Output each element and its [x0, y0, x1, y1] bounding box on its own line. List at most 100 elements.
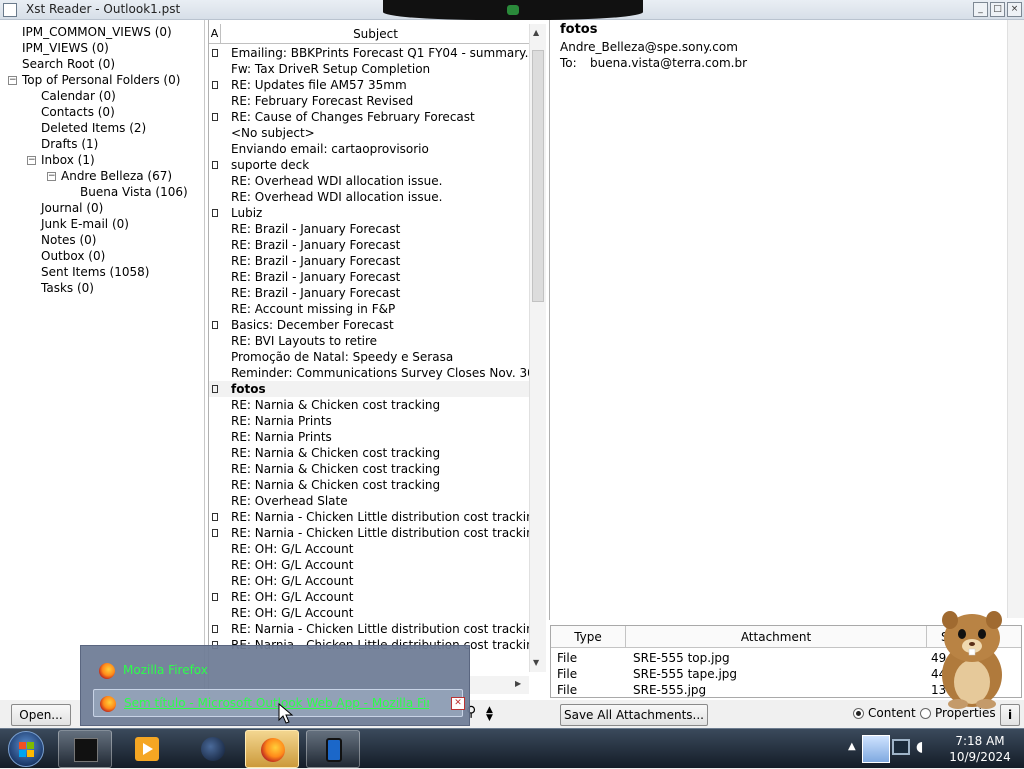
message-row[interactable]: RE: Narnia Prints — [209, 413, 529, 429]
message-row[interactable]: RE: Narnia & Chicken cost tracking — [209, 397, 529, 413]
tree-item[interactable]: IPM_VIEWS (0) — [22, 40, 109, 56]
save-all-attachments-button[interactable]: Save All Attachments... — [560, 704, 708, 726]
clock-time: 7:18 AM — [955, 734, 1005, 748]
message-row[interactable]: Basics: December Forecast — [209, 317, 529, 333]
message-row[interactable]: RE: OH: G/L Account — [209, 557, 529, 573]
tree-item[interactable]: Calendar (0) — [41, 88, 116, 104]
attachment-type-cell: File — [557, 683, 578, 697]
taskbar-item-media-player[interactable] — [120, 730, 174, 768]
top-decoration — [383, 0, 643, 20]
phone-icon — [326, 738, 342, 762]
message-row[interactable]: RE: OH: G/L Account — [209, 541, 529, 557]
tree-item[interactable]: Contacts (0) — [41, 104, 115, 120]
message-row[interactable]: RE: Updates file AM57 35mm — [209, 77, 529, 93]
clock[interactable]: 7:18 AM 10/9/2024 — [940, 733, 1020, 765]
message-row[interactable]: Lubiz — [209, 205, 529, 221]
message-subject-cell: Emailing: BBKPrints Forecast Q1 FY04 - s… — [231, 46, 529, 60]
scroll-down-arrow-icon[interactable]: ▼ — [533, 658, 539, 667]
start-button[interactable] — [8, 731, 44, 767]
maximize-button[interactable]: □ — [990, 2, 1005, 17]
content-radio[interactable] — [853, 708, 864, 719]
tree-item[interactable]: Outbox (0) — [41, 248, 105, 264]
collapse-toggle-icon[interactable]: − — [27, 156, 36, 165]
message-row[interactable]: RE: Cause of Changes February Forecast — [209, 109, 529, 125]
taskbar-item-xst-reader[interactable] — [58, 730, 112, 768]
message-row[interactable]: Promoção de Natal: Speedy e Serasa — [209, 349, 529, 365]
tree-item[interactable]: Top of Personal Folders (0) — [22, 72, 180, 88]
taskbar-item-device[interactable] — [306, 730, 360, 768]
message-row[interactable]: RE: Narnia & Chicken cost tracking — [209, 445, 529, 461]
message-row[interactable]: Emailing: BBKPrints Forecast Q1 FY04 - s… — [209, 45, 529, 61]
message-row[interactable]: RE: Narnia Prints — [209, 429, 529, 445]
taskbar-item-globe[interactable] — [186, 730, 240, 768]
tree-item[interactable]: Tasks (0) — [41, 280, 94, 296]
close-button[interactable]: × — [1007, 2, 1022, 17]
attachment-column-header[interactable]: Attachment — [626, 626, 927, 648]
message-row[interactable]: fotos — [209, 381, 529, 397]
message-row[interactable]: RE: OH: G/L Account — [209, 605, 529, 621]
volume-icon[interactable]: ◖ — [916, 739, 923, 755]
message-row[interactable]: RE: Brazil - January Forecast — [209, 221, 529, 237]
tree-item[interactable]: Notes (0) — [41, 232, 96, 248]
type-column-header[interactable]: Type — [551, 626, 626, 648]
tree-item[interactable]: Andre Belleza (67) — [61, 168, 172, 184]
message-row[interactable]: RE: Narnia - Chicken Little distribution… — [209, 525, 529, 541]
search-options-icon[interactable]: ▲ ▼ — [486, 706, 493, 723]
message-row[interactable]: RE: OH: G/L Account — [209, 589, 529, 605]
message-row[interactable]: RE: Brazil - January Forecast — [209, 269, 529, 285]
attachment-icon — [212, 161, 218, 169]
message-row[interactable]: RE: Overhead WDI allocation issue. — [209, 173, 529, 189]
message-row[interactable]: RE: BVI Layouts to retire — [209, 333, 529, 349]
scroll-up-arrow-icon[interactable]: ▲ — [533, 28, 539, 37]
message-row[interactable]: Reminder: Communications Survey Closes N… — [209, 365, 529, 381]
title-bar[interactable]: Xst Reader - Outlook1.pst _ □ × — [0, 0, 1024, 20]
network-icon[interactable] — [862, 735, 890, 763]
message-row[interactable]: RE: Brazil - January Forecast — [209, 253, 529, 269]
message-row[interactable]: RE: Narnia & Chicken cost tracking — [209, 477, 529, 493]
tree-item[interactable]: Drafts (1) — [41, 136, 98, 152]
attachment-icon — [212, 49, 218, 57]
collapse-toggle-icon[interactable]: − — [8, 76, 17, 85]
display-icon[interactable] — [892, 739, 910, 755]
message-row[interactable]: RE: Overhead WDI allocation issue. — [209, 189, 529, 205]
tree-item[interactable]: Junk E-mail (0) — [41, 216, 129, 232]
close-window-icon[interactable]: ✕ — [451, 697, 465, 710]
message-row[interactable]: Enviando email: cartaoprovisorio — [209, 141, 529, 157]
tree-item[interactable]: Inbox (1) — [41, 152, 95, 168]
message-row[interactable]: suporte deck — [209, 157, 529, 173]
minimize-button[interactable]: _ — [973, 2, 988, 17]
message-row[interactable]: RE: OH: G/L Account — [209, 573, 529, 589]
message-row[interactable]: RE: Narnia - Chicken Little distribution… — [209, 621, 529, 637]
tree-item[interactable]: IPM_COMMON_VIEWS (0) — [22, 24, 172, 40]
windows-logo-icon — [19, 742, 26, 749]
message-list-vertical-scrollbar[interactable]: ▲ ▼ — [529, 24, 546, 672]
message-row[interactable]: Fw: Tax DriveR Setup Completion — [209, 61, 529, 77]
content-radio-label[interactable]: Content — [868, 706, 916, 720]
collapse-toggle-icon[interactable]: − — [47, 172, 56, 181]
taskbar-item-firefox[interactable] — [245, 730, 299, 768]
tree-item[interactable]: Buena Vista (106) — [80, 184, 188, 200]
tree-item[interactable]: Search Root (0) — [22, 56, 115, 72]
message-row[interactable]: <No subject> — [209, 125, 529, 141]
scroll-thumb[interactable] — [532, 50, 544, 302]
attachment-column-header[interactable]: A — [209, 24, 221, 44]
show-hidden-icons-icon[interactable]: ▲ — [848, 741, 856, 752]
message-row[interactable]: RE: February Forecast Revised — [209, 93, 529, 109]
message-row[interactable]: RE: Account missing in F&P — [209, 301, 529, 317]
tree-item[interactable]: Sent Items (1058) — [41, 264, 149, 280]
tree-item[interactable]: Deleted Items (2) — [41, 120, 146, 136]
scroll-right-arrow-icon[interactable]: ▶ — [515, 679, 521, 688]
tree-item[interactable]: Journal (0) — [41, 200, 103, 216]
taskbar: ▲ ◖ 7:18 AM 10/9/2024 — [0, 728, 1024, 768]
popup-item-firefox[interactable]: Mozilla Firefox — [93, 657, 463, 685]
message-row[interactable]: RE: Narnia - Chicken Little distribution… — [209, 509, 529, 525]
message-row[interactable]: RE: Overhead Slate — [209, 493, 529, 509]
message-to-label: To: — [560, 56, 577, 70]
open-button[interactable]: Open... — [11, 704, 71, 726]
message-row[interactable]: RE: Brazil - January Forecast — [209, 285, 529, 301]
reading-pane-scrollbar[interactable] — [1007, 20, 1024, 618]
message-row[interactable]: RE: Brazil - January Forecast — [209, 237, 529, 253]
subject-column-header[interactable]: Subject — [222, 24, 529, 44]
firefox-icon — [99, 663, 115, 679]
message-row[interactable]: RE: Narnia & Chicken cost tracking — [209, 461, 529, 477]
